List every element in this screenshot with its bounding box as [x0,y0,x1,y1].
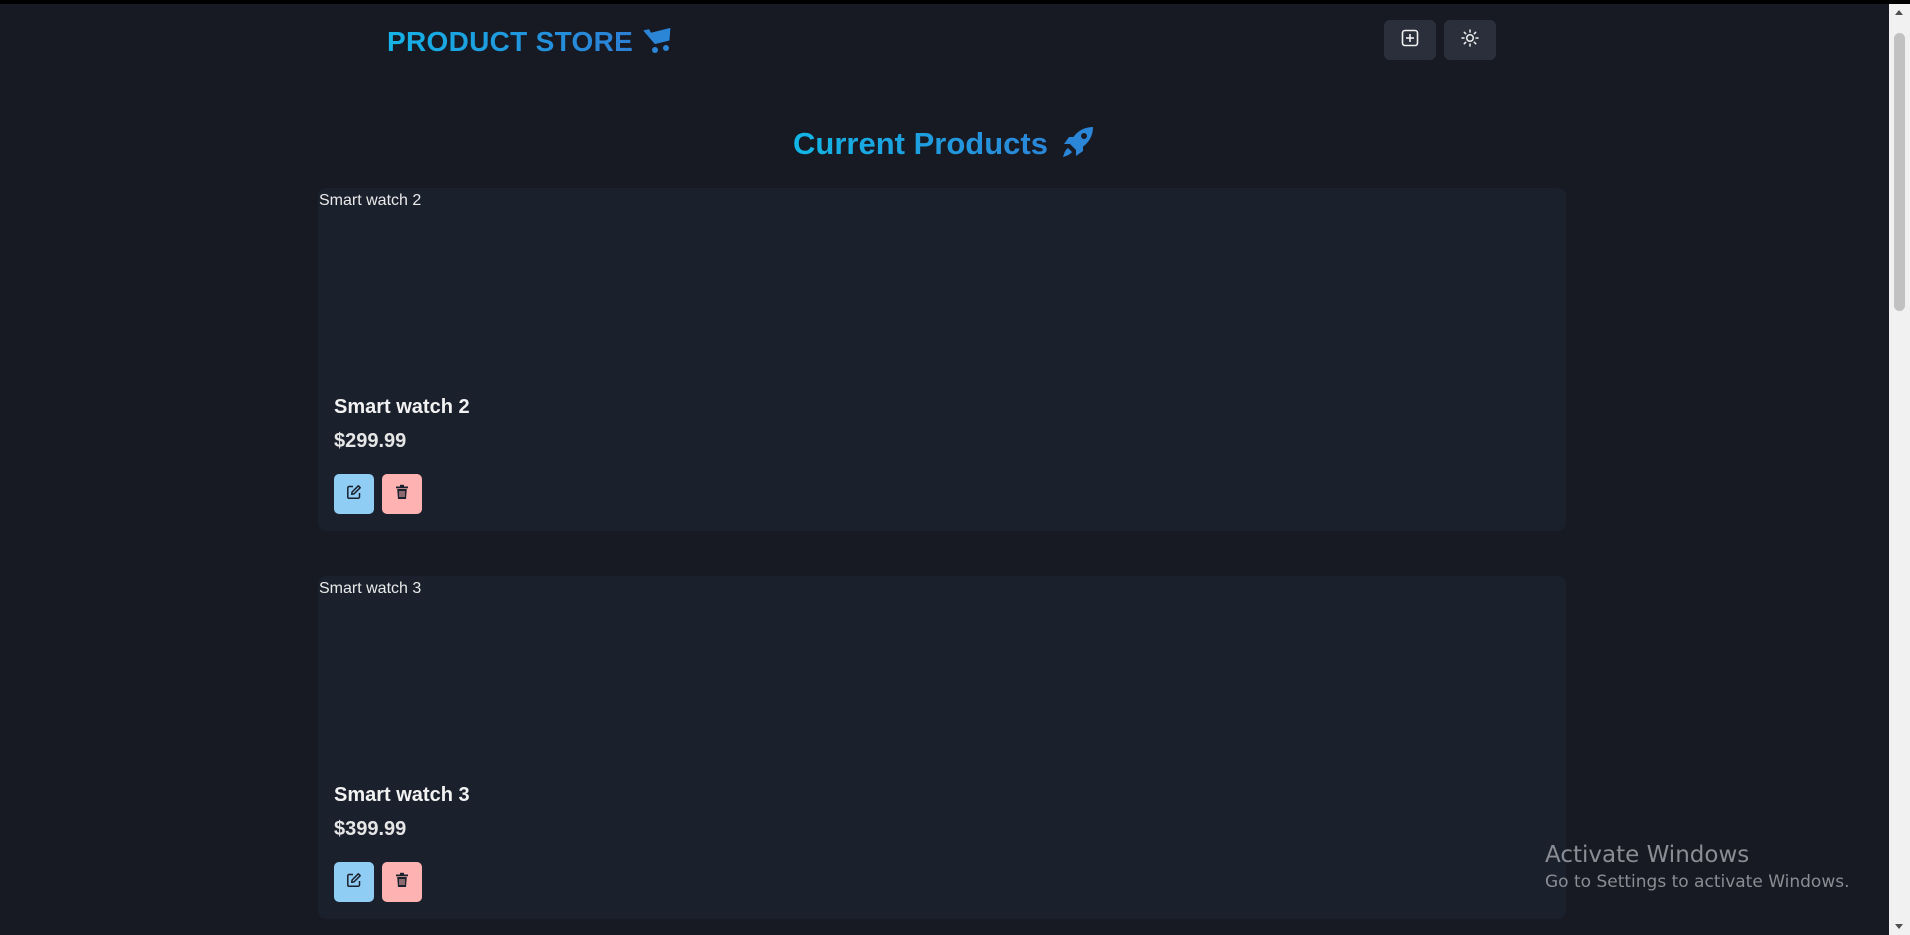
watermark-subtitle: Go to Settings to activate Windows. [1545,872,1850,892]
edit-icon [346,872,362,893]
product-image-alt: Smart watch 3 [319,580,422,597]
navbar: PRODUCT STORE [0,4,1889,76]
product-name: Smart watch 2 [334,396,470,418]
edit-icon [346,484,362,505]
product-card: Smart watch 2 Smart watch 2 $299.99 [318,188,1566,531]
shopping-cart-icon [643,25,675,60]
sun-icon [1461,28,1479,52]
edit-product-button[interactable] [334,474,374,514]
delete-product-button[interactable] [382,474,422,514]
product-name: Smart watch 3 [334,784,470,806]
product-image: Smart watch 3 [318,576,1566,768]
brand-title: PRODUCT STORE [387,26,634,57]
scroll-up-arrow-icon[interactable] [1895,10,1903,15]
page-title: Current Products [793,126,1048,161]
rocket-icon [1060,124,1096,165]
delete-product-button[interactable] [382,862,422,902]
product-price: $299.99 [334,430,407,452]
edit-product-button[interactable] [334,862,374,902]
product-image-alt: Smart watch 2 [319,192,422,209]
theme-toggle-button[interactable] [1444,20,1496,60]
product-price: $399.99 [334,818,407,840]
trash-icon [395,872,409,893]
scrollbar-thumb[interactable] [1894,33,1905,311]
vertical-scrollbar[interactable] [1889,4,1910,935]
create-product-button[interactable] [1384,20,1436,60]
watermark-title: Activate Windows [1545,842,1750,868]
brand-link[interactable]: PRODUCT STORE [387,22,675,62]
windows-activation-watermark: Activate Windows Go to Settings to activ… [1545,840,1850,894]
plus-square-icon [1401,29,1419,52]
page-heading: Current Products [0,121,1889,167]
trash-icon [395,484,409,505]
app-viewport: PRODUCT STORE Current Products Smart wat… [0,4,1889,935]
product-image: Smart watch 2 [318,188,1566,380]
scroll-down-arrow-icon[interactable] [1895,924,1903,929]
product-card: Smart watch 3 Smart watch 3 $399.99 [318,576,1566,919]
